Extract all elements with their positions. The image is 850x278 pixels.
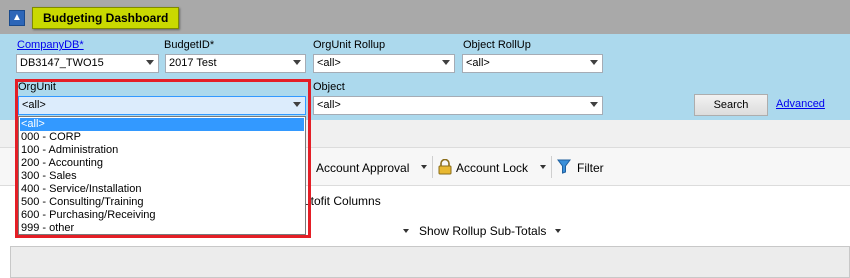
orgunit-value: <all> bbox=[22, 99, 46, 111]
object-rollup-select[interactable]: <all> bbox=[462, 54, 603, 73]
dropdown-option[interactable]: 500 - Consulting/Training bbox=[20, 196, 304, 209]
chevron-down-icon bbox=[144, 55, 156, 72]
collapse-up-icon[interactable]: ▲ bbox=[9, 10, 25, 26]
budgetid-label: BudgetID* bbox=[164, 39, 215, 51]
autofit-columns-button[interactable]: utofit Columns bbox=[304, 194, 381, 208]
budgetid-value: 2017 Test bbox=[169, 57, 217, 69]
toolbar-divider bbox=[551, 156, 552, 178]
advanced-link[interactable]: Advanced bbox=[776, 98, 825, 110]
dropdown-option[interactable]: 100 - Administration bbox=[20, 144, 304, 157]
object-rollup-value: <all> bbox=[466, 57, 490, 69]
orgunit-dropdown-list: <all> 000 - CORP 100 - Administration 200 -… bbox=[18, 116, 306, 235]
dropdown-option[interactable]: 300 - Sales bbox=[20, 170, 304, 183]
orgunit-rollup-select[interactable]: <all> bbox=[313, 54, 455, 73]
filter-icon bbox=[557, 159, 571, 174]
chevron-down-icon[interactable] bbox=[403, 229, 409, 233]
toolbar-divider bbox=[432, 156, 433, 178]
chevron-down-icon[interactable] bbox=[540, 165, 546, 169]
companydb-value: DB3147_TWO15 bbox=[20, 57, 104, 69]
chevron-down-icon bbox=[291, 55, 303, 72]
budgetid-select[interactable]: 2017 Test bbox=[165, 54, 306, 73]
chevron-down-icon[interactable] bbox=[421, 165, 427, 169]
chevron-down-icon bbox=[291, 97, 303, 114]
page-title: Budgeting Dashboard bbox=[32, 7, 180, 29]
object-label: Object bbox=[313, 81, 345, 93]
search-button[interactable]: Search bbox=[694, 94, 768, 116]
filter-panel: CompanyDB* BudgetID* OrgUnit Rollup Obje… bbox=[0, 34, 850, 120]
dropdown-option[interactable]: <all> bbox=[20, 118, 304, 131]
account-approval-button[interactable]: Account Approval bbox=[316, 161, 409, 175]
title-bar: ▲ Budgeting Dashboard bbox=[0, 0, 850, 34]
dropdown-option[interactable]: 000 - CORP bbox=[20, 131, 304, 144]
grid-area bbox=[10, 246, 850, 278]
orgunit-rollup-value: <all> bbox=[317, 57, 341, 69]
dropdown-option[interactable]: 600 - Purchasing/Receiving bbox=[20, 209, 304, 222]
dropdown-option[interactable]: 999 - other bbox=[20, 222, 304, 235]
chevron-down-icon bbox=[588, 55, 600, 72]
show-rollup-subtotals-button[interactable]: Show Rollup Sub-Totals bbox=[419, 224, 546, 238]
object-rollup-label: Object RollUp bbox=[463, 39, 531, 51]
companydb-select[interactable]: DB3147_TWO15 bbox=[16, 54, 159, 73]
chevron-down-icon bbox=[440, 55, 452, 72]
chevron-down-icon[interactable] bbox=[555, 229, 561, 233]
filter-button[interactable]: Filter bbox=[577, 161, 604, 175]
orgunit-select[interactable]: <all> bbox=[18, 96, 306, 115]
dropdown-option[interactable]: 400 - Service/Installation bbox=[20, 183, 304, 196]
object-select[interactable]: <all> bbox=[313, 96, 603, 115]
account-lock-button[interactable]: Account Lock bbox=[456, 161, 528, 175]
lock-icon bbox=[438, 159, 452, 175]
companydb-label[interactable]: CompanyDB* bbox=[17, 39, 84, 51]
orgunit-rollup-label: OrgUnit Rollup bbox=[313, 39, 386, 51]
orgunit-label: OrgUnit bbox=[18, 81, 56, 93]
chevron-down-icon bbox=[588, 97, 600, 114]
dropdown-option[interactable]: 200 - Accounting bbox=[20, 157, 304, 170]
object-value: <all> bbox=[317, 99, 341, 111]
